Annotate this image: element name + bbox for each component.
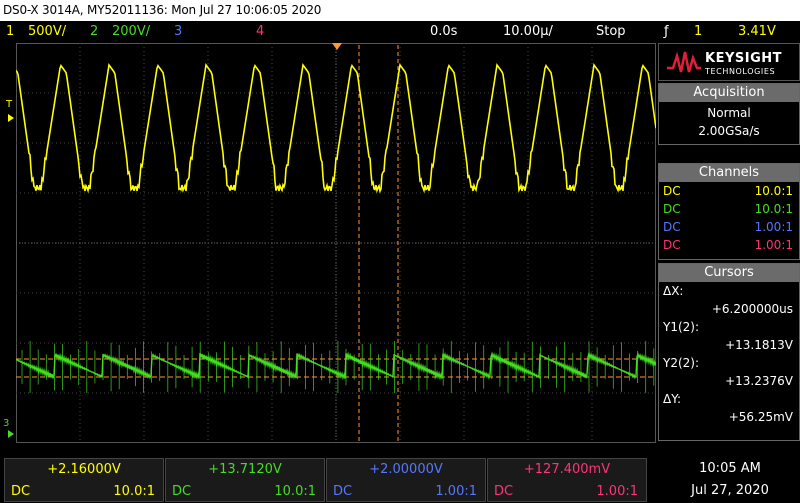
cursor-y2-label: Y2(2): — [663, 356, 700, 370]
time-scale[interactable]: 10.00µ/ — [503, 24, 553, 39]
cursor-y1-label: Y1(2): — [663, 320, 700, 334]
ch2-ground-arrow[interactable] — [8, 430, 14, 438]
status-bar: 1 500V/ 2 200V/ 3 4 0.0s 10.00µ/ Stop ƒ … — [0, 21, 800, 43]
ch2-number[interactable]: 2 — [90, 24, 98, 39]
acquisition-rate: 2.00GSa/s — [698, 124, 760, 138]
acquisition-mode: Normal — [707, 106, 751, 120]
trigger-level-marker[interactable]: T — [6, 99, 12, 110]
title-bar: DS0-X 3014A, MY52011136: Mon Jul 27 10:0… — [0, 0, 800, 21]
channel-2-probe: 10.0:1 — [754, 202, 793, 216]
cursor-y2-value: +13.2376V — [725, 374, 793, 388]
ch2-offset-value: +13.7120V — [208, 462, 282, 477]
ch1-number[interactable]: 1 — [6, 24, 14, 39]
channel-row-2: DC 10.0:1 — [659, 200, 799, 218]
cursor-dy-label-row: ΔY: — [659, 390, 799, 408]
right-panel: KEYSIGHT TECHNOLOGIES Acquisition Normal… — [658, 43, 800, 443]
channel-1-probe: 10.0:1 — [754, 184, 793, 198]
ch4-number[interactable]: 4 — [256, 24, 264, 39]
ch2-offset-probe: 10.0:1 — [274, 484, 316, 499]
cursor-dx-value-row: +6.200000us — [659, 300, 799, 318]
trigger-position-marker — [332, 43, 342, 50]
cursor-dy-value-row: +56.25mV — [659, 408, 799, 426]
channel-3-probe: 1.00:1 — [754, 220, 793, 234]
clock-time: 10:05 AM — [699, 461, 761, 476]
brand-sub: TECHNOLOGIES — [705, 67, 776, 76]
channel-1-coupling: DC — [663, 184, 681, 198]
ch2-trace — [16, 350, 656, 381]
waveform-display[interactable] — [16, 43, 656, 443]
acquisition-header: Acquisition — [659, 84, 799, 102]
ch1-scale[interactable]: 500V/ — [28, 24, 66, 39]
cursor-dy-label: ΔY: — [663, 392, 681, 406]
ch3-offset-probe: 1.00:1 — [435, 484, 477, 499]
clock-date: Jul 27, 2020 — [691, 483, 769, 498]
trigger-level[interactable]: 3.41V — [738, 24, 776, 39]
cursor-dy-value: +56.25mV — [728, 410, 793, 424]
ch1-ground-arrow[interactable] — [8, 114, 14, 122]
channel-row-1: DC 10.0:1 — [659, 182, 799, 200]
cursor-y1-value-row: +13.1813V — [659, 336, 799, 354]
ch3-ground-marker[interactable]: 3 — [3, 418, 9, 429]
scope-grid-svg[interactable] — [16, 43, 656, 443]
channel-4-coupling: DC — [663, 238, 681, 252]
ch1-offset-value: +2.16000V — [47, 462, 121, 477]
channel-row-4: DC 1.00:1 — [659, 236, 799, 254]
title-text: DS0-X 3014A, MY52011136: Mon Jul 27 10:0… — [3, 3, 322, 17]
ch2-scale[interactable]: 200V/ — [112, 24, 150, 39]
channel-row-3: DC 1.00:1 — [659, 218, 799, 236]
channels-panel[interactable]: Channels DC 10.0:1 DC 10.0:1 DC 1.00:1 DC 1.… — [658, 163, 800, 260]
cursor-dx-value: +6.200000us — [711, 302, 793, 316]
cursors-panel[interactable]: Cursors ΔX: +6.200000us Y1(2): +13.1813V… — [658, 263, 800, 441]
channels-header: Channels — [659, 164, 799, 182]
clock: 10:05 AM Jul 27, 2020 — [660, 458, 800, 502]
cursor-y1-value: +13.1813V — [725, 338, 793, 352]
ch4-offset-value: +127.400mV — [523, 462, 611, 477]
ch3-offset-coupling: DC — [333, 484, 353, 499]
time-position[interactable]: 0.0s — [430, 24, 457, 39]
trigger-icon: ƒ — [664, 24, 669, 39]
brand-name: KEYSIGHT — [705, 51, 782, 66]
ch1-offset-probe: 10.0:1 — [113, 484, 155, 499]
ch3-number[interactable]: 3 — [174, 24, 182, 39]
cursor-y2-value-row: +13.2376V — [659, 372, 799, 390]
ch3-offset-box[interactable]: +2.00000V DC 1.00:1 — [326, 458, 486, 502]
ch1-offset-coupling: DC — [11, 484, 31, 499]
run-state[interactable]: Stop — [596, 24, 626, 39]
cursor-dx-label-row: ΔX: — [659, 282, 799, 300]
channel-3-coupling: DC — [663, 220, 681, 234]
cursor-dx-label: ΔX: — [663, 284, 684, 298]
cursor-y2-label-row: Y2(2): — [659, 354, 799, 372]
ch4-offset-box[interactable]: +127.400mV DC 1.00:1 — [487, 458, 647, 502]
cursor-y1-label-row: Y1(2): — [659, 318, 799, 336]
ch4-offset-probe: 1.00:1 — [596, 484, 638, 499]
keysight-logo: KEYSIGHT TECHNOLOGIES — [658, 43, 800, 81]
acquisition-panel[interactable]: Acquisition Normal 2.00GSa/s — [658, 83, 800, 145]
channel-4-probe: 1.00:1 — [754, 238, 793, 252]
keysight-wave-icon — [667, 51, 701, 73]
bottom-bar: +2.16000V DC 10.0:1 +13.7120V DC 10.0:1 … — [0, 458, 800, 503]
ch2-offset-coupling: DC — [172, 484, 192, 499]
cursors-header: Cursors — [659, 264, 799, 282]
ch2-offset-box[interactable]: +13.7120V DC 10.0:1 — [165, 458, 325, 502]
ch4-offset-coupling: DC — [494, 484, 514, 499]
ch3-offset-value: +2.00000V — [369, 462, 443, 477]
channel-2-coupling: DC — [663, 202, 681, 216]
ch1-offset-box[interactable]: +2.16000V DC 10.0:1 — [4, 458, 164, 502]
trigger-channel[interactable]: 1 — [694, 24, 702, 39]
